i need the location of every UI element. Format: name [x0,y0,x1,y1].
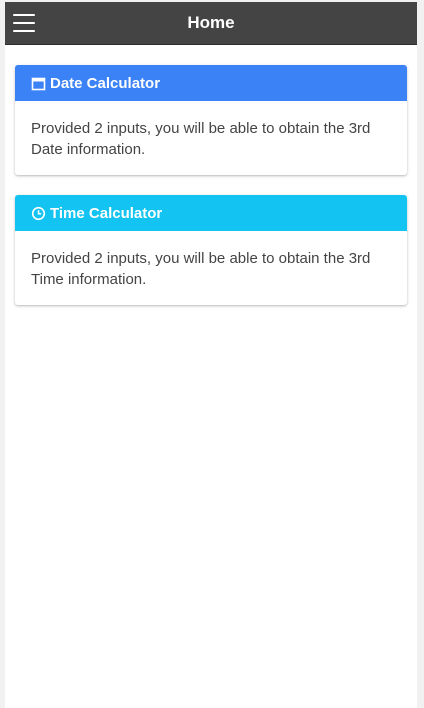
date-calculator-card-header[interactable]: Date Calculator [15,65,407,101]
main-content: Date Calculator Provided 2 inputs, you w… [5,45,417,305]
clock-icon [31,206,46,221]
time-calculator-card-header[interactable]: Time Calculator [15,195,407,231]
menu-line [13,22,35,24]
hamburger-menu-icon[interactable] [13,14,35,32]
time-calculator-title: Time Calculator [50,204,163,222]
page-title: Home [187,13,235,32]
menu-line [13,14,35,16]
date-calculator-title: Date Calculator [50,74,161,92]
time-calculator-card[interactable]: Time Calculator Provided 2 inputs, you w… [15,195,407,305]
calendar-icon [31,76,46,91]
date-calculator-card[interactable]: Date Calculator Provided 2 inputs, you w… [15,65,407,175]
menu-line [13,30,35,32]
app-window: Home Date Calculator Provided 2 inputs, … [5,2,417,708]
top-bar: Home [5,2,417,45]
date-calculator-description: Provided 2 inputs, you will be able to o… [31,120,371,158]
time-calculator-description: Provided 2 inputs, you will be able to o… [31,250,371,288]
